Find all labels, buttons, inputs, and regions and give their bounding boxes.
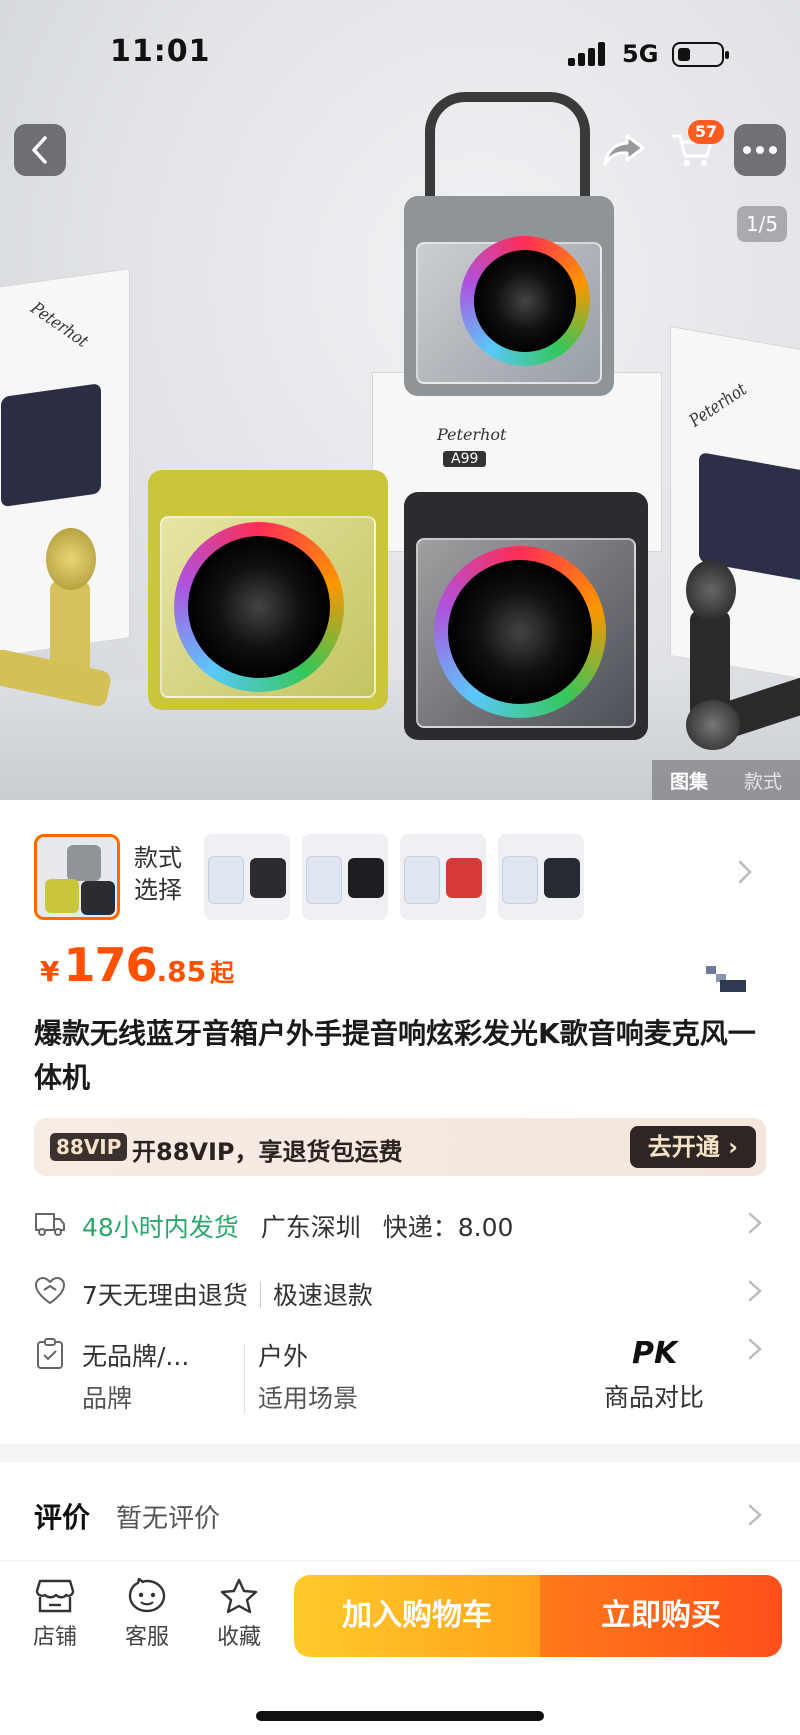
shipping-row[interactable]: 48小时内发货 广东深圳 快递：8.00 — [0, 1192, 800, 1254]
sku-thumb-selected[interactable] — [34, 834, 120, 920]
shop-label: 店铺 — [32, 1625, 77, 1650]
gallery-tabs: 图集 款式 — [652, 760, 800, 800]
cart-button[interactable]: 57 — [666, 120, 724, 176]
price-suffix: 起 — [210, 959, 235, 987]
vip-open-label: 去开通 — [647, 1133, 720, 1161]
sku-thumb-4[interactable] — [400, 834, 486, 920]
share-button[interactable] — [598, 124, 650, 176]
pixel-pattern-icon[interactable] — [706, 966, 746, 992]
sku-thumb-2[interactable] — [204, 834, 290, 920]
price-decimal: .85 — [156, 955, 207, 988]
sku-label-line1: 款式 — [134, 844, 182, 872]
shop-button[interactable]: 店铺 — [20, 1577, 90, 1651]
review-value: 暂无评价 — [116, 1504, 221, 1534]
service-info: 7天无理由退货 极速退款 — [82, 1276, 373, 1312]
more-dots-icon — [743, 146, 777, 154]
heart-shield-icon — [34, 1276, 66, 1305]
share-icon — [603, 134, 645, 166]
signal-icon — [568, 42, 608, 66]
attr-scene-label: 适用场景 — [258, 1384, 359, 1413]
price: ¥ 176 .85 起 — [40, 938, 234, 992]
bottom-action-bar: 店铺 客服 收藏 加入购物车 立即购买 — [0, 1560, 800, 1735]
compare-pk-icon[interactable]: PK — [632, 1336, 677, 1371]
clipboard-check-icon — [37, 1338, 63, 1369]
shipping-fee: 快递：8.00 — [382, 1213, 514, 1242]
mic-gold-head — [46, 528, 96, 590]
service-return: 7天无理由退货 — [82, 1281, 248, 1310]
buy-now-button[interactable]: 立即购买 — [540, 1575, 782, 1657]
review-heading: 评价 — [34, 1501, 91, 1534]
shipping-origin: 广东深圳 — [260, 1213, 361, 1242]
favorite-button[interactable]: 收藏 — [204, 1577, 274, 1651]
truck-icon — [35, 1213, 65, 1236]
box-brand-text-center: Peterhot — [437, 425, 507, 444]
price-currency: ¥ — [40, 955, 60, 988]
mic-black-head — [686, 560, 736, 620]
vip-text: 开88VIP，享退货包运费 — [132, 1138, 403, 1166]
attr-scene: 户外 适用场景 — [258, 1336, 358, 1420]
home-indicator — [256, 1711, 544, 1721]
vip-banner[interactable]: 88VIP 开88VIP，享退货包运费 去开通 › — [34, 1118, 766, 1176]
box-model-label: A99 — [443, 451, 487, 467]
product-title: 爆款无线蓝牙音箱户外手提音响炫彩发光K歌音响麦克风一体机 — [34, 1017, 756, 1094]
star-icon — [220, 1578, 258, 1614]
box-brand-text: Peterhot — [27, 297, 93, 352]
favorite-label: 收藏 — [216, 1625, 261, 1650]
section-gap — [0, 1444, 800, 1462]
review-row[interactable]: 评价 暂无评价 — [0, 1490, 800, 1540]
attr-scene-value: 户外 — [258, 1342, 309, 1371]
add-to-cart-button[interactable]: 加入购物车 — [294, 1575, 540, 1657]
product-image-gallery[interactable]: Peterhot Peterhot Peterhot A99 图集 款式 — [0, 0, 800, 800]
box-brand-text-right: Peterhot — [685, 378, 751, 431]
cart-count-badge: 57 — [688, 120, 724, 144]
battery-icon — [672, 42, 729, 67]
network-type: 5G — [622, 40, 659, 68]
sku-thumb-5[interactable] — [498, 834, 584, 920]
attr-brand: 无品牌/... 品牌 — [82, 1336, 189, 1420]
attr-brand-value: 无品牌/... — [82, 1342, 190, 1371]
speaker-handle — [425, 92, 590, 212]
attributes-row[interactable]: 无品牌/... 品牌 户外 适用场景 PK 商品对比 — [0, 1330, 800, 1420]
customer-service-label: 客服 — [124, 1625, 169, 1650]
customer-service-button[interactable]: 客服 — [112, 1577, 182, 1651]
shipping-time: 48小时内发货 — [82, 1213, 239, 1242]
tab-styles[interactable]: 款式 — [744, 767, 782, 794]
compare-label[interactable]: 商品对比 — [604, 1378, 704, 1414]
vip-open-button[interactable]: 去开通 › — [629, 1126, 756, 1168]
mic-black-lying-head — [686, 700, 740, 750]
sku-thumb-3[interactable] — [302, 834, 388, 920]
sku-label-line2: 选择 — [134, 876, 182, 904]
chevron-right-icon — [748, 1504, 762, 1526]
divider — [259, 1282, 261, 1308]
speaker-yellow — [148, 470, 388, 710]
attr-brand-label: 品牌 — [82, 1384, 133, 1413]
chevron-right-icon — [748, 1212, 762, 1234]
shipping-info: 48小时内发货 广东深圳 快递：8.00 — [82, 1208, 513, 1244]
more-button[interactable] — [734, 124, 786, 176]
image-counter: 1/5 — [737, 206, 787, 242]
price-integer: 176 — [63, 938, 157, 992]
vip-tag: 88VIP — [50, 1133, 128, 1161]
back-button[interactable] — [14, 124, 66, 176]
chevron-left-icon — [32, 136, 47, 164]
service-refund: 极速退款 — [272, 1281, 373, 1310]
chevron-right-icon — [748, 1280, 762, 1302]
status-bar: 11:01 5G — [0, 0, 800, 110]
sku-chevron-right-icon[interactable] — [738, 860, 752, 884]
divider — [244, 1344, 245, 1414]
tab-gallery[interactable]: 图集 — [670, 767, 708, 794]
speaker-black — [404, 492, 648, 740]
shop-icon — [35, 1579, 75, 1613]
status-time: 11:01 — [110, 34, 211, 69]
chevron-right-icon — [748, 1338, 762, 1360]
sku-label: 款式 选择 — [134, 842, 182, 906]
service-row[interactable]: 7天无理由退货 极速退款 — [0, 1260, 800, 1322]
sku-selector[interactable]: 款式 选择 — [0, 800, 800, 920]
speaker-grey — [404, 196, 614, 396]
chat-face-icon — [128, 1577, 166, 1613]
